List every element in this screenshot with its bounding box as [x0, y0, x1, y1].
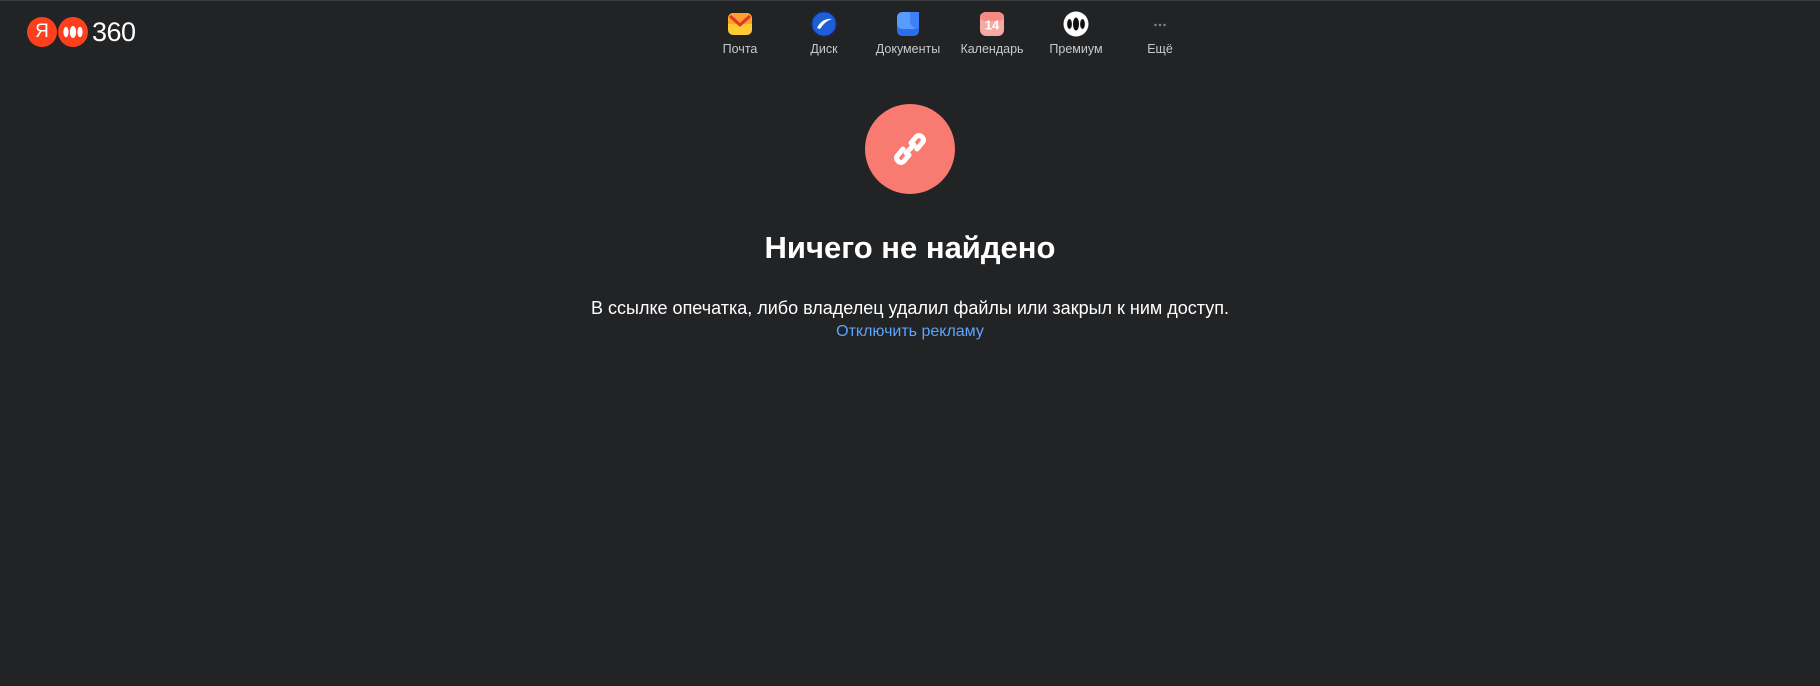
service-label: Диск: [810, 42, 838, 56]
service-calendar[interactable]: 14 Календарь: [950, 11, 1034, 56]
service-mail[interactable]: Почта: [698, 11, 782, 56]
service-label: Премиум: [1049, 42, 1103, 56]
broken-link-icon: [865, 104, 955, 194]
service-more[interactable]: Ещё: [1118, 11, 1202, 56]
calendar-badge-text: 14: [985, 18, 1000, 33]
documents-icon: [895, 11, 921, 37]
error-description: В ссылке опечатка, либо владелец удалил …: [591, 298, 1229, 318]
service-documents[interactable]: Документы: [866, 11, 950, 56]
calendar-icon: 14: [979, 11, 1005, 37]
not-found-content: Ничего не найдено В ссылке опечатка, либ…: [0, 104, 1820, 342]
service-premium[interactable]: Премиум: [1034, 11, 1118, 56]
page-title: Ничего не найдено: [764, 230, 1056, 265]
360-mark-icon: [58, 17, 88, 47]
premium-icon: [1063, 11, 1089, 37]
mail-icon: [727, 11, 753, 37]
logo-360-text: 360: [92, 17, 136, 47]
disk-icon: [811, 11, 837, 37]
more-icon: [1147, 11, 1173, 37]
top-border: [0, 0, 1820, 1]
services-nav: Почта Диск Документы 14 Календарь Премиу…: [698, 11, 1202, 56]
yandex-360-logo[interactable]: Я 360: [27, 17, 136, 47]
service-label: Почта: [722, 42, 758, 56]
service-label: Ещё: [1147, 42, 1173, 56]
yandex-logo-icon: Я: [27, 17, 57, 47]
service-label: Календарь: [960, 42, 1024, 56]
disable-ads-link[interactable]: Отключить рекламу: [836, 322, 984, 342]
service-disk[interactable]: Диск: [782, 11, 866, 56]
service-label: Документы: [875, 42, 941, 56]
